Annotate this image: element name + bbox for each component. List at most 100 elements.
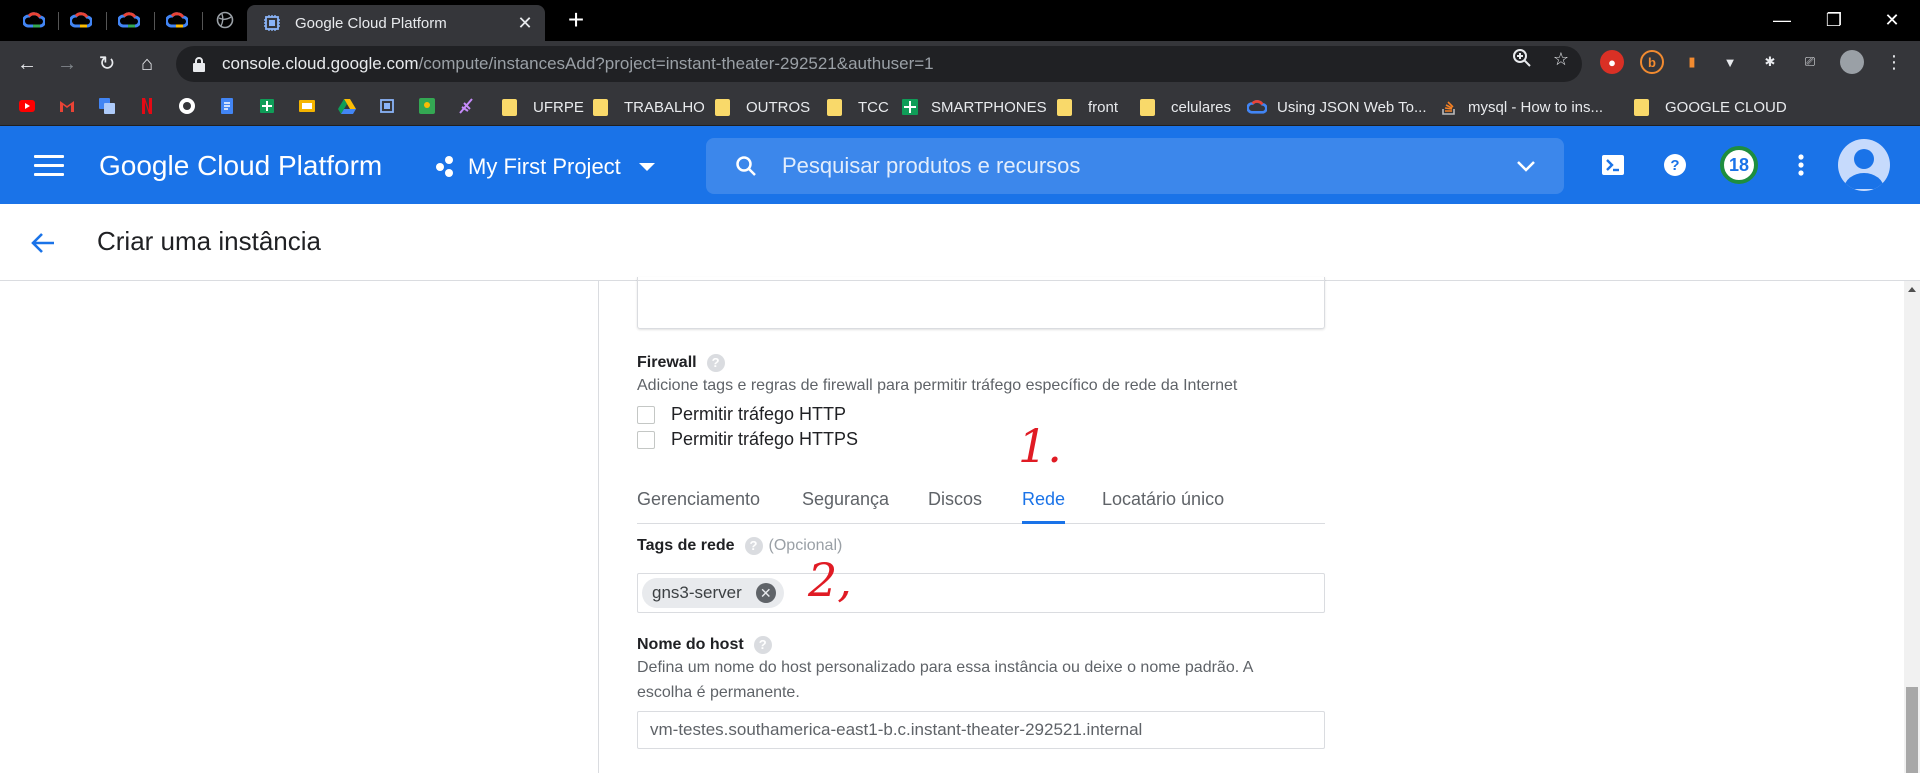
extension-icon-2[interactable]: b	[1640, 50, 1664, 74]
bookmark-json-web-token[interactable]: Using JSON Web To...	[1247, 96, 1427, 118]
bookmark-star-icon[interactable]: ☆	[1550, 48, 1572, 70]
chrome-menu-icon[interactable]: ⋮	[1882, 50, 1906, 74]
page-title: Criar uma instância	[97, 226, 321, 256]
tab-locatario-unico[interactable]: Locatário único	[1102, 482, 1224, 524]
tab-discos[interactable]: Discos	[928, 482, 982, 524]
firewall-label: Firewall ?	[637, 354, 725, 372]
url-host: console.cloud.google.com	[222, 54, 419, 73]
tabs: Gerenciamento Segurança Discos Rede Loca…	[637, 482, 1325, 524]
netflix-icon[interactable]	[138, 97, 156, 115]
scrollbar[interactable]	[1904, 281, 1920, 773]
image-icon[interactable]	[418, 97, 436, 115]
address-bar[interactable]: console.cloud.google.com/compute/instanc…	[176, 46, 1582, 82]
bookmark-folder-google-cloud[interactable]: GOOGLE CLOUD	[1634, 96, 1787, 118]
network-tags-input[interactable]: gns3-server ✕	[637, 573, 1325, 613]
puzzle-icon[interactable]: ✱	[1758, 50, 1782, 74]
active-tab[interactable]: Google Cloud Platform ✕	[247, 5, 545, 41]
youtube-icon[interactable]	[18, 97, 36, 115]
translate-icon[interactable]	[98, 97, 116, 115]
minimize-button[interactable]: —	[1762, 4, 1802, 36]
gcp-tab-icon[interactable]	[69, 8, 93, 32]
gmail-icon[interactable]	[58, 97, 76, 115]
https-checkbox[interactable]	[637, 430, 655, 449]
chevron-down-icon[interactable]	[1514, 154, 1538, 178]
back-nav-icon[interactable]: ←	[12, 49, 42, 79]
tab-gerenciamento[interactable]: Gerenciamento	[637, 482, 760, 524]
http-checkbox[interactable]	[637, 405, 655, 424]
bookmark-folder-front[interactable]: front	[1057, 96, 1118, 118]
url-text: console.cloud.google.com/compute/instanc…	[222, 54, 1582, 74]
annotation-one: 1.	[1018, 419, 1062, 473]
new-tab-button[interactable]: +	[561, 6, 591, 36]
slides-icon[interactable]	[298, 97, 316, 115]
http-checkbox-row[interactable]: Permitir tráfego HTTP	[637, 404, 846, 425]
docs-icon[interactable]	[218, 97, 236, 115]
bookmarks-bar: UFRPE TRABALHO OUTROS TCC SMARTPHONES fr…	[0, 87, 1920, 126]
bookmark-folder-celulares[interactable]: celulares	[1140, 96, 1231, 118]
globe-icon[interactable]	[213, 8, 237, 32]
project-selector[interactable]: My First Project	[436, 152, 655, 182]
sheets-icon	[902, 99, 918, 115]
bookmark-folder-outros[interactable]: OUTROS	[715, 96, 810, 118]
tab-close-icon[interactable]: ✕	[515, 13, 535, 34]
help-icon[interactable]: ?	[744, 537, 763, 555]
folder-icon	[827, 98, 842, 116]
remove-chip-icon[interactable]: ✕	[755, 583, 776, 603]
help-icon[interactable]: ?	[706, 354, 725, 372]
chip-icon[interactable]	[378, 97, 396, 115]
folder-icon	[1057, 98, 1072, 116]
scroll-up-icon[interactable]	[1908, 287, 1916, 292]
gcp-tab-icon[interactable]	[165, 8, 189, 32]
tab-seguranca[interactable]: Segurança	[802, 482, 889, 524]
tab-rede[interactable]: Rede	[1022, 482, 1066, 524]
active-tab-title: Google Cloud Platform	[295, 14, 447, 32]
notifications-badge[interactable]: 18	[1720, 146, 1758, 184]
more-vert-icon[interactable]	[1786, 150, 1816, 180]
drive-icon[interactable]	[338, 97, 356, 115]
hostname-label: Nome do host ?	[637, 636, 772, 654]
gcp-tab-icon[interactable]	[22, 8, 46, 32]
firewall-description: Adicione tags e regras de firewall para …	[637, 377, 1238, 394]
search-input[interactable]: Pesquisar produtos e recursos	[706, 138, 1564, 194]
profile-icon[interactable]	[1840, 50, 1864, 74]
reload-icon[interactable]: ↻	[92, 49, 122, 79]
extension-icon-3[interactable]: ▮	[1680, 50, 1704, 74]
forward-nav-icon[interactable]: →	[52, 49, 82, 79]
help-icon[interactable]: ?	[753, 636, 772, 654]
bookmark-mysql[interactable]: mysql - How to ins...	[1440, 96, 1603, 118]
previous-field-box[interactable]	[637, 277, 1325, 329]
github-icon[interactable]	[178, 97, 196, 115]
bookmark-folder-tcc[interactable]: TCC	[827, 96, 889, 118]
divider	[598, 281, 599, 773]
project-dots-icon	[436, 156, 456, 178]
folder-icon	[715, 98, 730, 116]
bookmark-folder-ufrpe[interactable]: UFRPE	[502, 96, 584, 118]
tag-chip-label: gns3-server	[652, 583, 742, 602]
cloud-shell-icon[interactable]	[1598, 150, 1628, 180]
https-checkbox-row[interactable]: Permitir tráfego HTTPS	[637, 429, 858, 450]
tag-chip[interactable]: gns3-server ✕	[642, 578, 784, 608]
browser-tab-strip: Google Cloud Platform ✕ + — ❐ ✕	[0, 0, 1920, 41]
svg-text:?: ?	[1670, 157, 1679, 174]
back-arrow-icon[interactable]	[28, 228, 58, 258]
zoom-icon[interactable]	[1511, 48, 1533, 70]
hostname-input[interactable]: vm-testes.southamerica-east1-b.c.instant…	[637, 711, 1325, 749]
bookmark-folder-trabalho[interactable]: TRABALHO	[593, 96, 705, 118]
sheets-icon[interactable]	[258, 97, 276, 115]
menu-icon[interactable]	[34, 155, 64, 177]
restore-button[interactable]: ❐	[1814, 4, 1854, 36]
avatar[interactable]	[1838, 139, 1890, 191]
scroll-thumb[interactable]	[1906, 687, 1918, 773]
stackoverflow-icon	[1442, 101, 1455, 115]
extension-icon-1[interactable]: ●	[1600, 50, 1624, 74]
bookmark-smartphones[interactable]: SMARTPHONES	[901, 96, 1047, 118]
folder-icon	[1140, 98, 1155, 116]
cast-icon[interactable]: ⎚	[1798, 50, 1822, 74]
help-icon[interactable]: ?	[1660, 150, 1690, 180]
feather-icon[interactable]	[458, 97, 476, 115]
home-icon[interactable]: ⌂	[132, 49, 162, 79]
gcp-title[interactable]: Google Cloud Platform	[99, 150, 382, 182]
gcp-tab-icon[interactable]	[117, 8, 141, 32]
extension-icon-4[interactable]: ▼	[1718, 50, 1742, 74]
window-close-button[interactable]: ✕	[1872, 4, 1912, 36]
